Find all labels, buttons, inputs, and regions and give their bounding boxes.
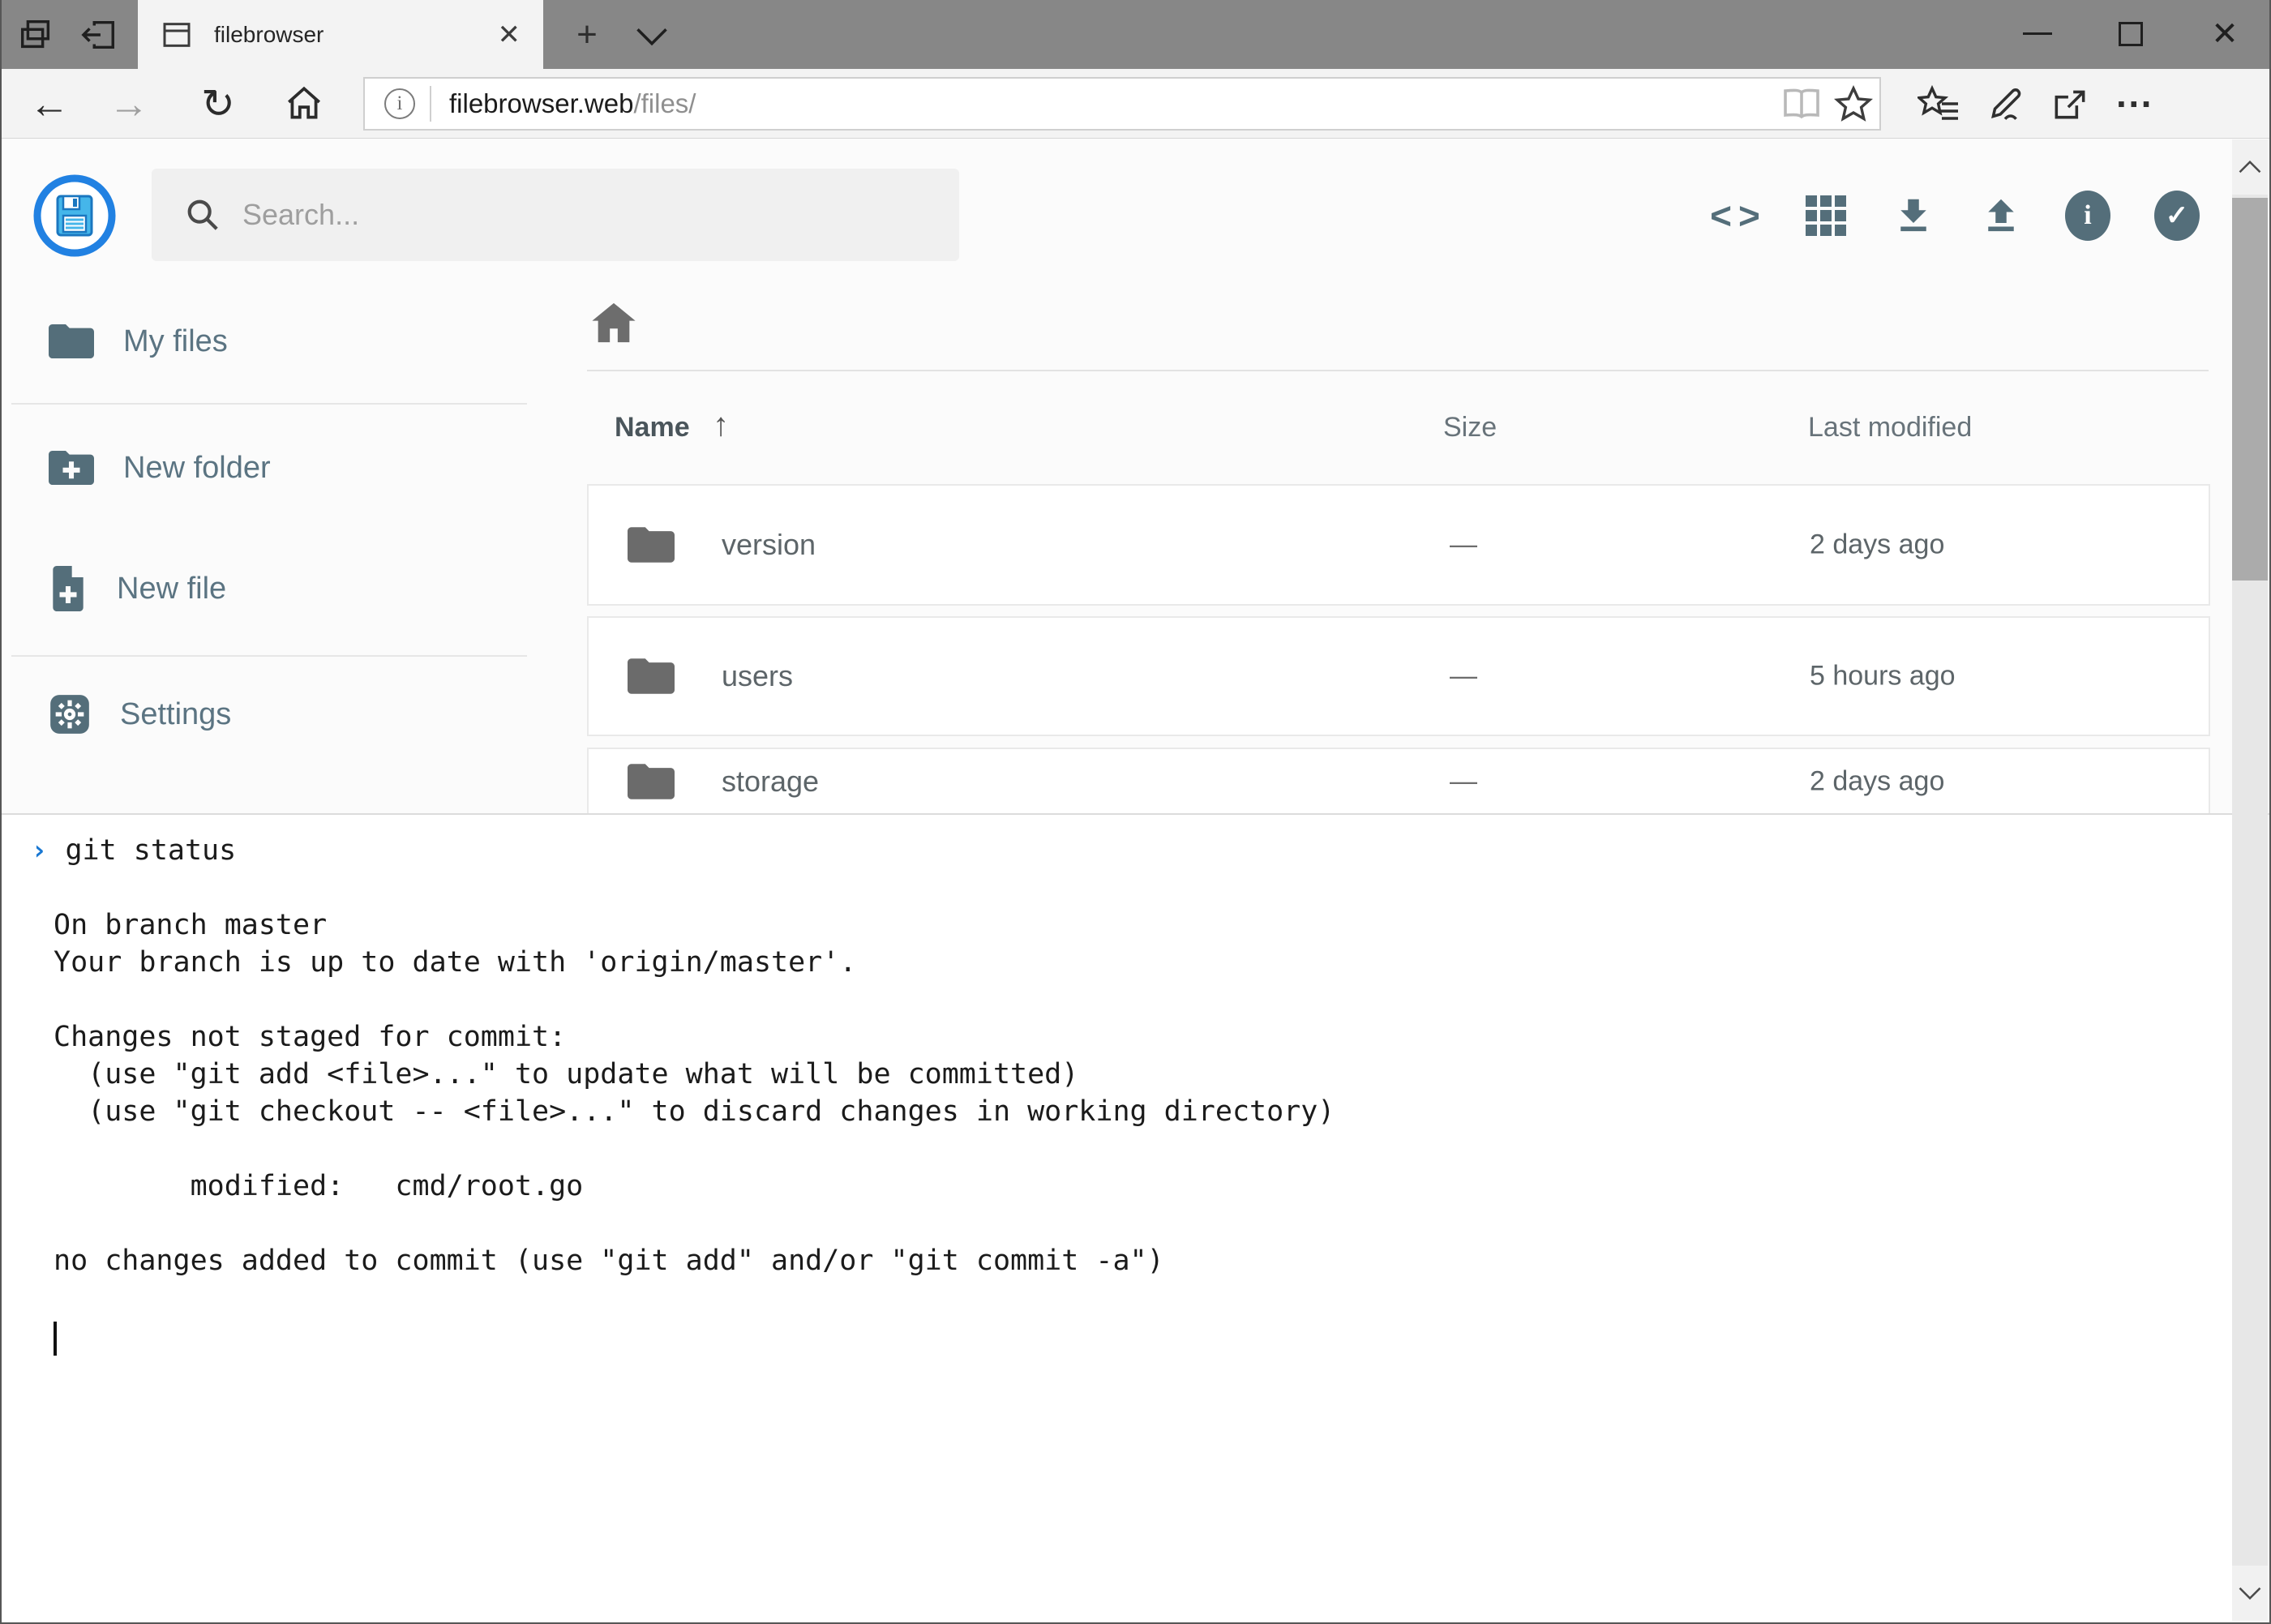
shell-toggle-icon[interactable]: <> [1706,186,1771,245]
sidebar-item-my-files[interactable]: My files [2,293,537,390]
folder-icon [628,656,675,696]
home-icon[interactable] [268,69,341,138]
file-row-version[interactable]: version — 2 days ago [587,484,2210,606]
scrollbar[interactable] [2232,139,2268,1621]
maximize-button[interactable] [2085,0,2176,67]
file-row-users[interactable]: users — 5 hours ago [587,616,2210,736]
sidebar-item-settings[interactable]: Settings [2,666,537,763]
tab-title: filebrowser [214,22,498,48]
sidebar-divider [11,403,527,405]
forward-icon[interactable]: → [92,69,165,138]
folder-icon [628,761,675,802]
breadcrumb-divider [587,370,2209,371]
folder-plus-icon [49,448,94,487]
search-icon [184,196,221,234]
file-name: version [722,528,816,562]
sidebar-item-new-file[interactable]: New file [2,540,537,637]
scroll-up-icon[interactable] [2232,139,2268,195]
sidebar-divider [11,655,527,657]
sidebar-label: New folder [123,451,271,486]
select-check-icon[interactable]: ✓ [2145,186,2209,245]
sidebar-label: My files [123,324,228,359]
gear-icon [49,693,91,735]
column-name[interactable]: Name [615,412,690,443]
sidebar-label: Settings [120,697,231,732]
upload-icon[interactable] [1969,186,2033,245]
scrollbar-thumb[interactable] [2232,198,2268,581]
download-icon[interactable] [1881,186,1946,245]
terminal-command: git status [65,832,236,869]
set-tabs-aside-icon[interactable] [76,11,122,58]
sidebar-item-new-folder[interactable]: New folder [2,419,537,516]
terminal-prompt-line: › git status [2,832,2269,869]
tab-preview-icon[interactable] [13,11,58,58]
file-modified: 2 days ago [1810,766,1944,798]
address-separator [430,86,431,122]
file-name: storage [722,765,819,799]
sidebar-label: New file [117,572,226,606]
more-menu-icon[interactable]: ··· [2106,77,2163,131]
navigation-bar: ← → ↻ i filebrowser.web /files/ [2,69,2269,139]
maximize-icon [2119,22,2143,46]
site-info-icon[interactable]: i [384,88,415,119]
favorite-star-icon[interactable] [1828,79,1879,128]
minimize-icon [2023,32,2052,35]
close-window-button[interactable]: ✕ [2179,0,2270,67]
file-modified: 2 days ago [1810,529,1944,561]
folder-icon [49,322,94,361]
search-input[interactable] [242,198,891,232]
listing-header: Name ↑ Size Last modified [587,405,2209,451]
terminal-cursor [54,1322,57,1356]
column-modified[interactable]: Last modified [1808,412,1972,443]
grid-view-icon[interactable] [1793,186,1858,245]
new-tab-button[interactable]: + [561,11,613,58]
tab-filebrowser[interactable]: filebrowser ✕ [138,0,543,69]
tab-dropdown-icon[interactable] [626,16,678,57]
breadcrumb-home-icon[interactable] [590,300,639,347]
favorites-hub-icon[interactable] [1910,77,1967,131]
search-box[interactable] [152,169,959,261]
annotate-pen-icon[interactable] [1977,77,2033,131]
close-window-icon: ✕ [2211,15,2239,53]
prompt-chevron-icon: › [31,832,47,869]
info-icon[interactable]: i [2055,186,2120,245]
sort-up-icon[interactable]: ↑ [713,407,729,443]
file-size: — [1450,661,1477,692]
refresh-icon[interactable]: ↻ [182,69,255,138]
filebrowser-logo[interactable] [32,174,117,258]
url-path: /files/ [633,88,696,119]
terminal-panel[interactable]: › git status On branch master Your branc… [2,813,2269,1622]
back-icon[interactable]: ← [13,69,86,138]
folder-icon [628,525,675,565]
close-tab-icon[interactable]: ✕ [498,21,521,49]
reading-view-icon[interactable] [1776,79,1828,128]
tab-page-icon [161,19,193,51]
share-icon[interactable] [2042,77,2098,131]
file-size: — [1450,766,1477,798]
browser-window: filebrowser ✕ + ✕ ← → ↻ i filebrowser.we… [0,0,2271,1624]
column-size[interactable]: Size [1443,412,1497,443]
url-host: filebrowser.web [449,88,633,119]
tab-bar: filebrowser ✕ + ✕ [2,0,2269,69]
scroll-down-icon[interactable] [2232,1566,2268,1621]
file-modified: 5 hours ago [1810,661,1956,692]
minimize-button[interactable] [1992,0,2083,67]
file-size: — [1450,529,1477,561]
file-plus-icon [49,566,88,611]
address-bar[interactable]: i filebrowser.web /files/ [363,77,1881,131]
terminal-output: On branch master Your branch is up to da… [2,869,2269,1279]
file-name: users [722,659,793,693]
